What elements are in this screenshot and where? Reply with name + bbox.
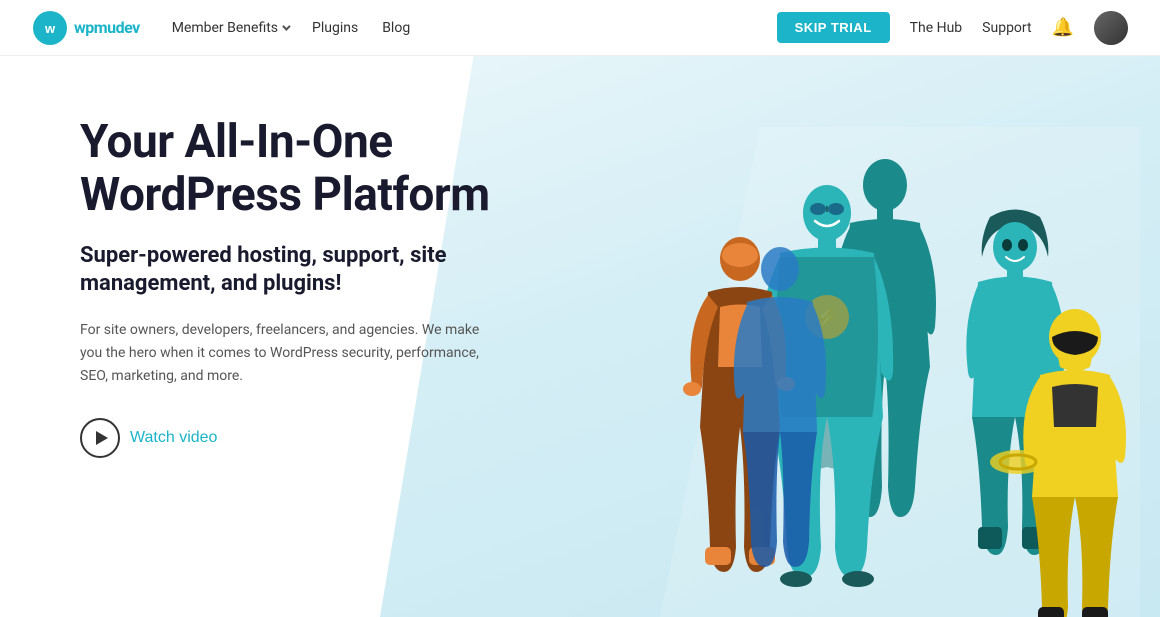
avatar-image xyxy=(1094,11,1128,45)
nav-member-benefits[interactable]: Member Benefits xyxy=(172,20,288,36)
wpmudev-logo-icon: w xyxy=(32,10,68,46)
bell-icon[interactable]: 🔔 xyxy=(1052,17,1074,38)
logo[interactable]: w wpmudev xyxy=(32,10,140,46)
logo-text: wpmudev xyxy=(74,18,140,37)
svg-text:w: w xyxy=(44,21,56,36)
nav-links: Member Benefits Plugins Blog xyxy=(172,20,777,36)
nav-right: SKIP TRIAL The Hub Support 🔔 xyxy=(777,11,1128,45)
nav-plugins[interactable]: Plugins xyxy=(312,20,358,36)
hero-section: Your All-In-OneWordPress Platform Super-… xyxy=(0,56,1160,617)
the-hub-link[interactable]: The Hub xyxy=(910,20,963,36)
hero-illustration: ⚡ xyxy=(580,127,1140,617)
chevron-down-icon xyxy=(282,22,290,30)
play-triangle-icon xyxy=(96,431,108,445)
avatar[interactable] xyxy=(1094,11,1128,45)
hero-content: Your All-In-OneWordPress Platform Super-… xyxy=(0,56,560,458)
support-link[interactable]: Support xyxy=(982,20,1031,36)
superheroes-svg: ⚡ xyxy=(580,127,1140,617)
navbar: w wpmudev Member Benefits Plugins Blog S… xyxy=(0,0,1160,56)
nav-blog[interactable]: Blog xyxy=(382,20,410,36)
play-circle-icon xyxy=(80,418,120,458)
watch-video-button[interactable]: Watch video xyxy=(80,418,217,458)
watch-video-label: Watch video xyxy=(130,429,217,447)
hero-description: For site owners, developers, freelancers… xyxy=(80,319,500,388)
hero-subtitle: Super-powered hosting, support, sitemana… xyxy=(80,242,500,299)
skip-trial-button[interactable]: SKIP TRIAL xyxy=(777,12,890,43)
hero-title: Your All-In-OneWordPress Platform xyxy=(80,116,500,222)
